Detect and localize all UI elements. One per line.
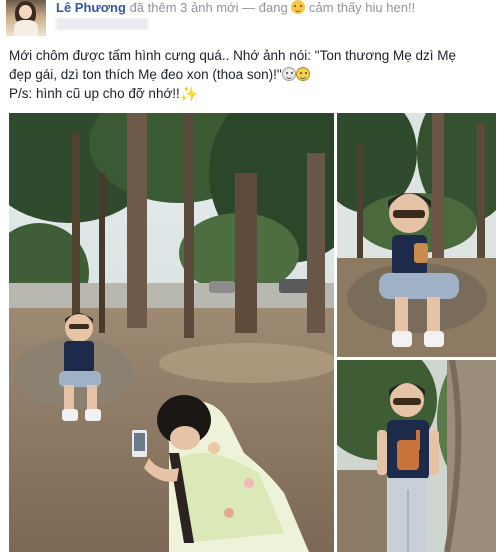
photo-boy-sitting-mother-photographing[interactable]: [9, 113, 334, 552]
grinning-icon: [295, 67, 310, 81]
sparkles-icon: ✨: [179, 86, 199, 103]
avatar[interactable]: [6, 0, 46, 36]
post-text-segment: đẹp gái, dzì ton thích Mẹ đeo xon (thoa …: [9, 67, 282, 82]
photo-boy-sitting-sunglasses[interactable]: [337, 113, 496, 357]
post-text-line: Mới chôm được tấm hình cưng quá.. Nhớ ản…: [9, 48, 457, 63]
post-header-line: Lê Phương đã thêm 3 ảnh mới — đang cảm t…: [56, 0, 504, 16]
post-action-text: đã thêm 3 ảnh mới — đang: [129, 0, 288, 15]
author-name-link[interactable]: Lê Phương: [56, 0, 126, 15]
timestamp-redacted: [56, 18, 148, 30]
post-text-segment: P/s: hình cũ up cho đỡ nhớ!!: [9, 86, 180, 101]
smiley-icon: [281, 67, 296, 81]
smiley-face-icon: [291, 0, 306, 14]
post-text: Mới chôm được tấm hình cưng quá.. Nhớ ản…: [9, 46, 499, 103]
post-header: Lê Phương đã thêm 3 ảnh mới — đang cảm t…: [0, 0, 504, 40]
feeling-text: cảm thấy hiu hen!!: [308, 0, 416, 15]
post-text-line: đẹp gái, dzì ton thích Mẹ đeo xon (thoa …: [9, 65, 499, 84]
post-text-line: P/s: hình cũ up cho đỡ nhớ!!✨: [9, 84, 499, 103]
photo-boy-standing-guitar-shirt[interactable]: [337, 360, 496, 552]
